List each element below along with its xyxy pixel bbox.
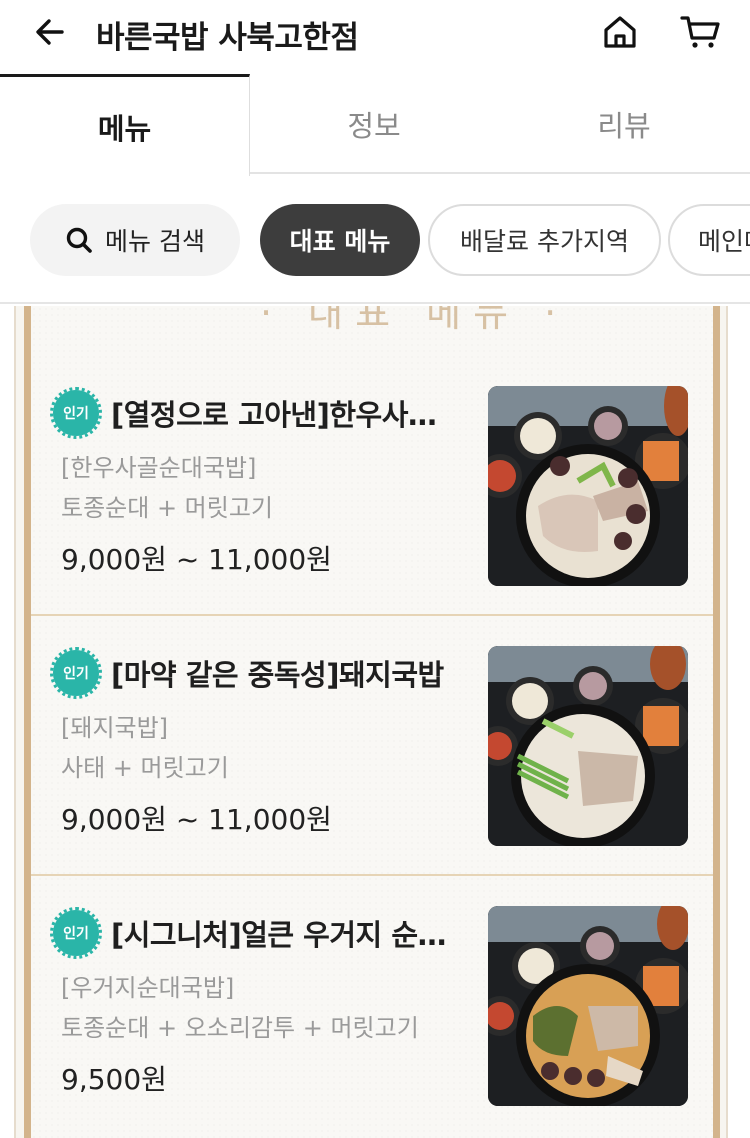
back-button[interactable] bbox=[28, 10, 72, 54]
cart-button[interactable] bbox=[676, 10, 724, 54]
menu-search-label: 메뉴 검색 bbox=[105, 227, 205, 256]
tab-menu[interactable]: 메뉴 bbox=[0, 74, 250, 176]
chip-main-menu[interactable]: 메인메 bbox=[668, 204, 750, 276]
chip-delivery-fee-area[interactable]: 배달료 추가지역 bbox=[428, 204, 661, 276]
menu-item-price: 9,000원 ~ 11,000원 bbox=[61, 803, 332, 836]
menu-item-name: [열정으로 고아낸]한우사… bbox=[111, 398, 437, 432]
menu-item-photo[interactable] bbox=[488, 906, 688, 1106]
chip-representative-menu[interactable]: 대표 메뉴 bbox=[260, 204, 420, 276]
menu-search-button[interactable]: 메뉴 검색 bbox=[30, 204, 240, 276]
menu-item-description: 사태 + 머릿고기 bbox=[61, 754, 229, 782]
popular-badge: 인기 bbox=[50, 907, 102, 959]
cart-icon bbox=[680, 16, 720, 48]
menu-item-price: 9,000원 ~ 11,000원 bbox=[61, 543, 332, 576]
menu-item-subtitle: [돼지국밥] bbox=[61, 714, 169, 742]
home-icon bbox=[604, 16, 636, 48]
search-icon bbox=[66, 227, 92, 253]
menu-item-name: [마약 같은 중독성]돼지국밥 bbox=[111, 658, 444, 692]
app-header: 바른국밥 사북고한점 bbox=[0, 0, 750, 76]
menu-item-subtitle: [우거지순대국밥] bbox=[61, 974, 235, 1002]
menu-category-chips: 메뉴 검색 대표 메뉴 배달료 추가지역 메인메 bbox=[0, 176, 750, 304]
menu-item-photo[interactable] bbox=[488, 646, 688, 846]
tab-reviews[interactable]: 리뷰 bbox=[498, 74, 750, 174]
store-tabs: 메뉴 정보 리뷰 bbox=[0, 74, 750, 176]
menu-item-description: 토종순대 + 머릿고기 bbox=[61, 494, 274, 522]
tab-info[interactable]: 정보 bbox=[250, 74, 498, 174]
store-title: 바른국밥 사북고한점 bbox=[96, 20, 359, 56]
menu-item-description: 토종순대 + 오소리감투 + 머릿고기 bbox=[61, 1014, 419, 1042]
menu-item-name: [시그니처]얼큰 우거지 순… bbox=[111, 918, 447, 952]
menu-item[interactable]: 인기 [시그니처]얼큰 우거지 순… [우거지순대국밥] 토종순대 + 오소리감… bbox=[31, 876, 713, 1136]
menu-item[interactable]: 인기 [마약 같은 중독성]돼지국밥 [돼지국밥] 사태 + 머릿고기 9,00… bbox=[31, 616, 713, 876]
home-button[interactable] bbox=[598, 10, 642, 54]
popular-badge: 인기 bbox=[50, 647, 102, 699]
menu-item-price: 9,500원 bbox=[61, 1063, 167, 1096]
menu-item-photo[interactable] bbox=[488, 386, 688, 586]
back-arrow-icon bbox=[36, 19, 64, 45]
popular-badge: 인기 bbox=[50, 387, 102, 439]
menu-item[interactable]: 인기 [열정으로 고아낸]한우사… [한우사골순대국밥] 토종순대 + 머릿고기… bbox=[31, 356, 713, 616]
banner-decoration: · 대표 메뉴 · bbox=[260, 306, 569, 335]
menu-list: · 대표 메뉴 · 인기 [열정으로 고아낸]한우사… [한우사골순대국밥] 토… bbox=[0, 306, 750, 1138]
menu-item-subtitle: [한우사골순대국밥] bbox=[61, 454, 257, 482]
